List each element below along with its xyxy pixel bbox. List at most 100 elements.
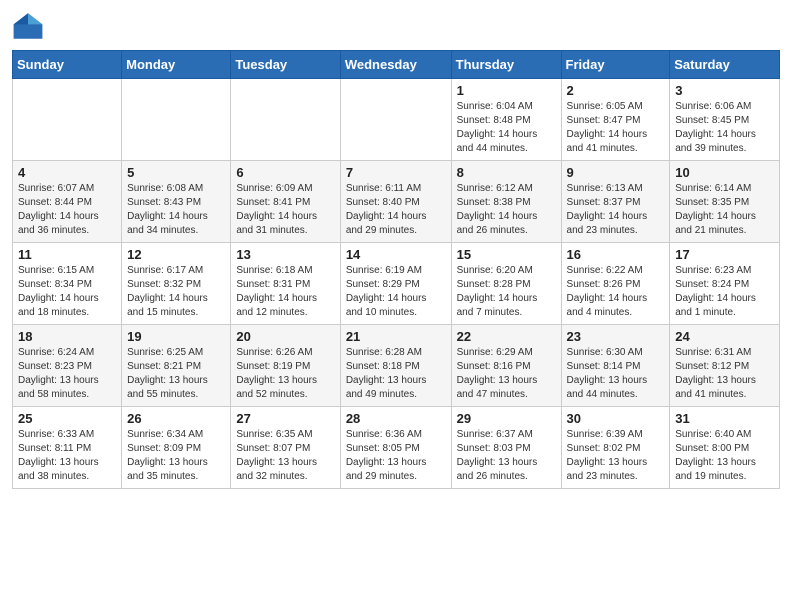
calendar-cell: 29 Sunrise: 6:37 AM Sunset: 8:03 PM Dayli…	[451, 407, 561, 489]
calendar-cell	[340, 79, 451, 161]
day-info: Sunrise: 6:23 AM Sunset: 8:24 PM Dayligh…	[675, 264, 774, 320]
calendar-cell	[231, 79, 340, 161]
day-info: Sunrise: 6:40 AM Sunset: 8:00 PM Dayligh…	[675, 428, 774, 484]
calendar-cell: 31 Sunrise: 6:40 AM Sunset: 8:00 PM Dayli…	[670, 407, 780, 489]
day-info: Sunrise: 6:39 AM Sunset: 8:02 PM Dayligh…	[567, 428, 665, 484]
day-number: 24	[675, 329, 774, 344]
calendar-cell: 22Sunrise: 6:29 AM Sunset: 8:16 PM Dayli…	[451, 325, 561, 407]
calendar-cell: 9 Sunrise: 6:13 AM Sunset: 8:37 PM Daylig…	[561, 161, 670, 243]
day-info: Sunrise: 6:35 AM Sunset: 8:07 PM Dayligh…	[236, 428, 334, 484]
calendar-cell: 7 Sunrise: 6:11 AM Sunset: 8:40 PM Daylig…	[340, 161, 451, 243]
calendar-cell	[122, 79, 231, 161]
day-info: Sunrise: 6:22 AM Sunset: 8:26 PM Dayligh…	[567, 264, 665, 320]
calendar-cell: 11Sunrise: 6:15 AM Sunset: 8:34 PM Dayli…	[13, 243, 122, 325]
calendar-cell: 28 Sunrise: 6:36 AM Sunset: 8:05 PM Dayli…	[340, 407, 451, 489]
day-info: Sunrise: 6:04 AM Sunset: 8:48 PM Dayligh…	[457, 100, 556, 156]
day-number: 8	[457, 165, 556, 180]
day-info: Sunrise: 6:05 AM Sunset: 8:47 PM Dayligh…	[567, 100, 665, 156]
day-info: Sunrise: 6:11 AM Sunset: 8:40 PM Dayligh…	[346, 182, 446, 238]
calendar-cell: 17 Sunrise: 6:23 AM Sunset: 8:24 PM Dayli…	[670, 243, 780, 325]
calendar-week-1: 1 Sunrise: 6:04 AM Sunset: 8:48 PM Daylig…	[13, 79, 780, 161]
day-info: Sunrise: 6:29 AM Sunset: 8:16 PM Dayligh…	[457, 346, 556, 402]
calendar-cell: 18 Sunrise: 6:24 AM Sunset: 8:23 PM Dayli…	[13, 325, 122, 407]
day-info: Sunrise: 6:25 AM Sunset: 8:21 PM Dayligh…	[127, 346, 225, 402]
day-number: 10	[675, 165, 774, 180]
day-number: 15	[457, 247, 556, 262]
day-info: Sunrise: 6:37 AM Sunset: 8:03 PM Dayligh…	[457, 428, 556, 484]
calendar: SundayMondayTuesdayWednesdayThursdayFrid…	[12, 50, 780, 489]
day-number: 25	[18, 411, 116, 426]
day-info: Sunrise: 6:24 AM Sunset: 8:23 PM Dayligh…	[18, 346, 116, 402]
weekday-header-thursday: Thursday	[451, 51, 561, 79]
logo-icon	[12, 10, 44, 42]
day-info: Sunrise: 6:13 AM Sunset: 8:37 PM Dayligh…	[567, 182, 665, 238]
day-number: 4	[18, 165, 116, 180]
calendar-cell: 23Sunrise: 6:30 AM Sunset: 8:14 PM Dayli…	[561, 325, 670, 407]
day-number: 23	[567, 329, 665, 344]
day-info: Sunrise: 6:18 AM Sunset: 8:31 PM Dayligh…	[236, 264, 334, 320]
weekday-header-monday: Monday	[122, 51, 231, 79]
day-info: Sunrise: 6:33 AM Sunset: 8:11 PM Dayligh…	[18, 428, 116, 484]
day-number: 16	[567, 247, 665, 262]
day-info: Sunrise: 6:08 AM Sunset: 8:43 PM Dayligh…	[127, 182, 225, 238]
day-number: 17	[675, 247, 774, 262]
calendar-cell: 4 Sunrise: 6:07 AM Sunset: 8:44 PM Daylig…	[13, 161, 122, 243]
day-info: Sunrise: 6:17 AM Sunset: 8:32 PM Dayligh…	[127, 264, 225, 320]
calendar-cell: 16 Sunrise: 6:22 AM Sunset: 8:26 PM Dayli…	[561, 243, 670, 325]
day-info: Sunrise: 6:28 AM Sunset: 8:18 PM Dayligh…	[346, 346, 446, 402]
calendar-week-4: 18 Sunrise: 6:24 AM Sunset: 8:23 PM Dayli…	[13, 325, 780, 407]
calendar-cell: 6 Sunrise: 6:09 AM Sunset: 8:41 PM Daylig…	[231, 161, 340, 243]
day-number: 29	[457, 411, 556, 426]
header	[12, 10, 780, 42]
day-number: 18	[18, 329, 116, 344]
day-info: Sunrise: 6:20 AM Sunset: 8:28 PM Dayligh…	[457, 264, 556, 320]
page: SundayMondayTuesdayWednesdayThursdayFrid…	[0, 0, 792, 612]
calendar-cell: 25 Sunrise: 6:33 AM Sunset: 8:11 PM Dayli…	[13, 407, 122, 489]
calendar-cell: 14Sunrise: 6:19 AM Sunset: 8:29 PM Dayli…	[340, 243, 451, 325]
calendar-cell: 21 Sunrise: 6:28 AM Sunset: 8:18 PM Dayli…	[340, 325, 451, 407]
calendar-cell: 15 Sunrise: 6:20 AM Sunset: 8:28 PM Dayli…	[451, 243, 561, 325]
day-info: Sunrise: 6:26 AM Sunset: 8:19 PM Dayligh…	[236, 346, 334, 402]
calendar-cell: 24Sunrise: 6:31 AM Sunset: 8:12 PM Dayli…	[670, 325, 780, 407]
day-info: Sunrise: 6:07 AM Sunset: 8:44 PM Dayligh…	[18, 182, 116, 238]
calendar-cell: 26Sunrise: 6:34 AM Sunset: 8:09 PM Dayli…	[122, 407, 231, 489]
weekday-header-friday: Friday	[561, 51, 670, 79]
day-info: Sunrise: 6:06 AM Sunset: 8:45 PM Dayligh…	[675, 100, 774, 156]
calendar-cell: 3 Sunrise: 6:06 AM Sunset: 8:45 PM Daylig…	[670, 79, 780, 161]
calendar-week-5: 25 Sunrise: 6:33 AM Sunset: 8:11 PM Dayli…	[13, 407, 780, 489]
calendar-cell: 8Sunrise: 6:12 AM Sunset: 8:38 PM Daylig…	[451, 161, 561, 243]
day-info: Sunrise: 6:36 AM Sunset: 8:05 PM Dayligh…	[346, 428, 446, 484]
weekday-header-sunday: Sunday	[13, 51, 122, 79]
day-number: 6	[236, 165, 334, 180]
day-number: 19	[127, 329, 225, 344]
day-number: 12	[127, 247, 225, 262]
day-number: 9	[567, 165, 665, 180]
day-number: 13	[236, 247, 334, 262]
calendar-cell	[13, 79, 122, 161]
day-info: Sunrise: 6:09 AM Sunset: 8:41 PM Dayligh…	[236, 182, 334, 238]
weekday-header-wednesday: Wednesday	[340, 51, 451, 79]
day-number: 21	[346, 329, 446, 344]
day-number: 31	[675, 411, 774, 426]
day-number: 11	[18, 247, 116, 262]
calendar-week-3: 11Sunrise: 6:15 AM Sunset: 8:34 PM Dayli…	[13, 243, 780, 325]
calendar-cell: 20Sunrise: 6:26 AM Sunset: 8:19 PM Dayli…	[231, 325, 340, 407]
weekday-header-saturday: Saturday	[670, 51, 780, 79]
day-info: Sunrise: 6:34 AM Sunset: 8:09 PM Dayligh…	[127, 428, 225, 484]
logo	[12, 10, 48, 42]
weekday-header-tuesday: Tuesday	[231, 51, 340, 79]
day-number: 3	[675, 83, 774, 98]
calendar-cell: 5Sunrise: 6:08 AM Sunset: 8:43 PM Daylig…	[122, 161, 231, 243]
day-number: 28	[346, 411, 446, 426]
calendar-cell: 12 Sunrise: 6:17 AM Sunset: 8:32 PM Dayli…	[122, 243, 231, 325]
calendar-cell: 30Sunrise: 6:39 AM Sunset: 8:02 PM Dayli…	[561, 407, 670, 489]
weekday-header-row: SundayMondayTuesdayWednesdayThursdayFrid…	[13, 51, 780, 79]
day-number: 1	[457, 83, 556, 98]
day-number: 7	[346, 165, 446, 180]
calendar-cell: 2 Sunrise: 6:05 AM Sunset: 8:47 PM Daylig…	[561, 79, 670, 161]
day-number: 14	[346, 247, 446, 262]
calendar-cell: 1 Sunrise: 6:04 AM Sunset: 8:48 PM Daylig…	[451, 79, 561, 161]
day-number: 2	[567, 83, 665, 98]
day-number: 27	[236, 411, 334, 426]
calendar-cell: 13 Sunrise: 6:18 AM Sunset: 8:31 PM Dayli…	[231, 243, 340, 325]
